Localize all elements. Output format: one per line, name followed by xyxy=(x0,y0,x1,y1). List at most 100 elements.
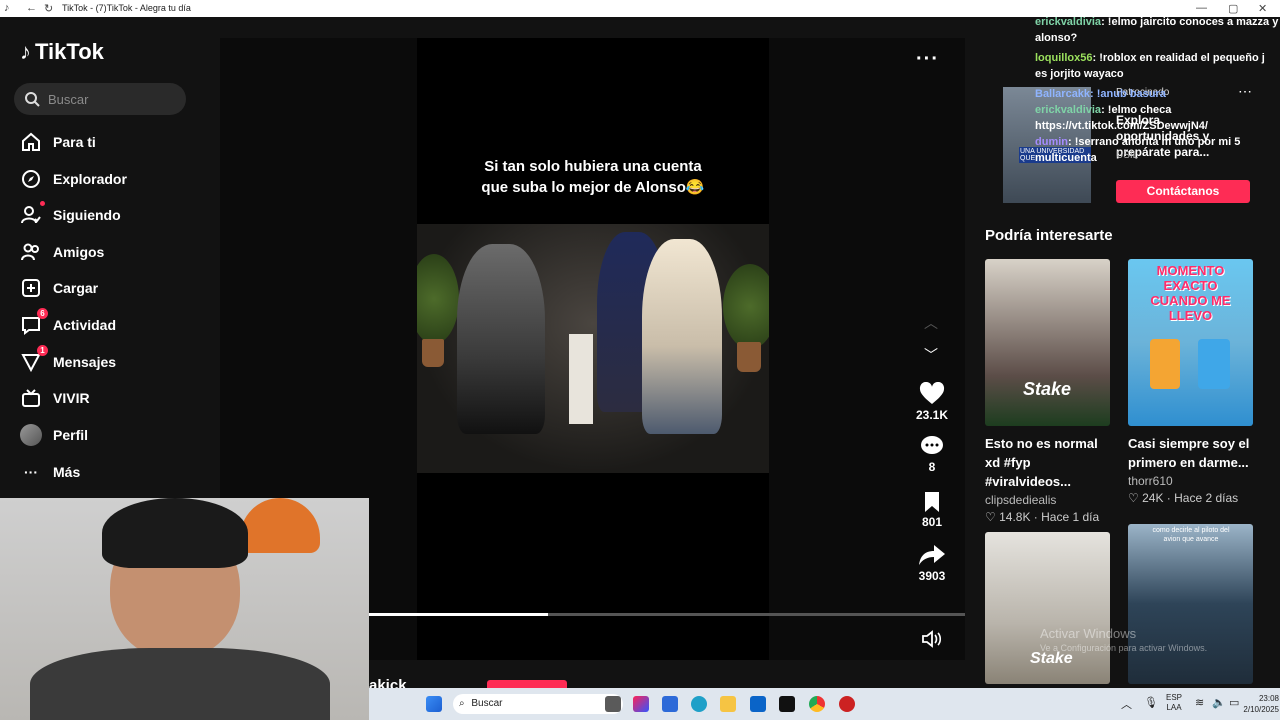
sidebar: ♪ TikTok Buscar Para ti Explorador Sigui… xyxy=(0,17,220,500)
thumbnail-text: como decirle al piloto del avion que ava… xyxy=(1152,527,1230,543)
chat-user: loquillox56 xyxy=(1035,52,1093,64)
file-explorer-icon[interactable] xyxy=(720,696,736,712)
volume-icon[interactable]: 🔈 xyxy=(1212,696,1226,709)
upload-icon xyxy=(20,277,42,299)
windows-start-icon[interactable] xyxy=(426,696,442,712)
task-view-icon[interactable] xyxy=(605,696,621,712)
sidebar-item-mensajes[interactable]: 1 Mensajes xyxy=(20,345,117,377)
like-count: 23.1K xyxy=(915,408,949,422)
card-title: Casi siempre soy el primero en darme... xyxy=(1128,436,1250,470)
person-left xyxy=(457,244,545,434)
person-right xyxy=(642,239,722,434)
clock-date: 2/10/2025 xyxy=(1243,705,1279,714)
chat-message: loquillox56: !roblox en realidad el pequ… xyxy=(1035,50,1280,82)
search-input[interactable]: Buscar xyxy=(14,83,186,115)
sidebar-item-perfil[interactable]: Perfil xyxy=(20,420,88,450)
suggested-video-card[interactable]: Stake Esto no es normal xd #fyp #viralvi… xyxy=(985,259,1110,524)
clock-time: 23:08 xyxy=(1258,694,1279,703)
logo-text: TikTok xyxy=(35,39,104,64)
card-title: Esto no es normal xd #fyp #viralvideos..… xyxy=(985,436,1098,489)
chat-message: dumin: !serrano ahorita m uno por mi 5 m… xyxy=(1035,134,1280,166)
comment-icon xyxy=(921,436,943,454)
windows-activation-watermark: Activar Windows Ve a Configuración para … xyxy=(1040,626,1207,656)
tray-chevron-icon[interactable]: ︿ xyxy=(1121,696,1132,712)
hair xyxy=(102,498,248,568)
sidebar-item-explorador[interactable]: Explorador xyxy=(20,164,127,194)
edge-icon[interactable] xyxy=(691,696,707,712)
copilot-icon[interactable] xyxy=(633,696,649,712)
sidebar-item-label: Cargar xyxy=(53,280,99,296)
pillar xyxy=(569,334,593,424)
sidebar-item-mas[interactable]: ··· Más xyxy=(20,457,80,487)
plant-right xyxy=(723,264,769,349)
suggested-video-card[interactable]: Stake xyxy=(985,532,1110,684)
share-button[interactable]: 3903 xyxy=(912,543,952,583)
language-variant: LAA xyxy=(1166,703,1182,712)
card-author[interactable]: thorr610 xyxy=(1128,474,1253,488)
language-indicator[interactable]: ESP LAA xyxy=(1166,693,1182,713)
previous-video-icon[interactable]: ︿ xyxy=(924,313,938,333)
card-age: Hace 1 día xyxy=(1041,510,1100,524)
sidebar-item-label: Siguiendo xyxy=(53,207,121,223)
reload-icon[interactable]: ↻ xyxy=(44,2,53,15)
store-icon[interactable] xyxy=(662,696,678,712)
tiktok-icon[interactable] xyxy=(779,696,795,712)
taskbar-search[interactable]: ⌕ Buscar xyxy=(453,694,623,714)
sidebar-item-actividad[interactable]: 6 Actividad xyxy=(20,308,117,340)
wifi-icon[interactable]: ≋ xyxy=(1195,696,1204,709)
thumbnail-text: Stake xyxy=(1023,379,1072,399)
suggested-heading: Podría interesarte xyxy=(985,227,1113,244)
shirt xyxy=(30,648,330,720)
video-player[interactable]: Si tan solo hubiera una cuenta que suba … xyxy=(417,38,769,660)
back-icon[interactable]: ← xyxy=(26,2,37,14)
compass-icon xyxy=(20,168,42,190)
sidebar-item-para-ti[interactable]: Para ti xyxy=(20,127,96,157)
chat-message: erickvaldivia: !elmo checa https://vt.ti… xyxy=(1035,102,1280,134)
clock[interactable]: 23:08 2/10/2025 xyxy=(1235,693,1279,715)
tiktok-logo[interactable]: ♪ TikTok xyxy=(20,39,104,65)
sidebar-item-label: Perfil xyxy=(53,427,89,443)
character-figure xyxy=(1150,339,1180,389)
microphone-icon[interactable]: 🎙 xyxy=(1144,696,1158,709)
chat-text: : !anub basura xyxy=(1090,88,1166,100)
share-count: 3903 xyxy=(918,569,946,583)
app-icon[interactable] xyxy=(839,696,855,712)
heart-outline-icon: ♡ xyxy=(1128,491,1139,505)
caption-line: que suba lo mejor de Alonso😂 xyxy=(481,179,705,196)
video-options-icon[interactable]: ··· xyxy=(916,48,939,71)
chat-message: erickvaldivia: !elmo jaircito conoces a … xyxy=(1035,14,1280,46)
video-progress-bar[interactable] xyxy=(369,613,965,616)
outlook-icon[interactable] xyxy=(750,696,766,712)
pot-left xyxy=(422,339,444,367)
volume-icon[interactable] xyxy=(921,630,943,653)
watermark-line: Ve a Configuración para activar Windows. xyxy=(1040,643,1208,653)
heart-outline-icon: ♡ xyxy=(985,510,996,524)
character-figure xyxy=(1198,339,1230,389)
sidebar-item-label: VIVIR xyxy=(53,390,90,406)
next-video-icon[interactable]: ﹀ xyxy=(924,345,938,365)
chrome-icon[interactable] xyxy=(809,696,825,712)
card-author[interactable]: clipsdediealis xyxy=(985,493,1110,507)
sidebar-item-label: Mensajes xyxy=(53,354,117,370)
video-thumbnail: MOMENTO EXACTO CUANDO ME LLEVO xyxy=(1128,259,1253,426)
share-icon xyxy=(919,545,945,565)
video-scene xyxy=(417,224,769,473)
sidebar-item-label: Actividad xyxy=(53,317,117,333)
chat-user: erickvaldivia xyxy=(1035,104,1102,116)
webcam-overlay xyxy=(0,498,369,720)
card-likes: 14.8K xyxy=(999,510,1031,524)
sidebar-item-cargar[interactable]: Cargar xyxy=(20,273,98,303)
comment-count: 8 xyxy=(928,460,936,474)
comment-button[interactable]: 8 xyxy=(912,434,952,474)
video-thumbnail: Stake xyxy=(985,532,1110,684)
windows-taskbar: ⌕ Buscar ︿ 🎙 ESP LAA ≋ 🔈 ▭ 23:08 2/10/20… xyxy=(369,688,1280,720)
sidebar-item-siguiendo[interactable]: Siguiendo xyxy=(20,200,121,230)
like-button[interactable]: 23.1K xyxy=(912,382,952,422)
sidebar-item-amigos[interactable]: Amigos xyxy=(20,237,104,267)
save-button[interactable]: 801 xyxy=(912,491,952,529)
contact-button[interactable]: Contáctanos xyxy=(1116,180,1250,203)
suggested-video-card[interactable]: MOMENTO EXACTO CUANDO ME LLEVO Casi siem… xyxy=(1128,259,1253,505)
video-caption: Si tan solo hubiera una cuenta que suba … xyxy=(417,156,769,198)
suggested-video-card[interactable]: como decirle al piloto del avion que ava… xyxy=(1128,524,1253,684)
sidebar-item-vivir[interactable]: VIVIR xyxy=(20,383,90,413)
